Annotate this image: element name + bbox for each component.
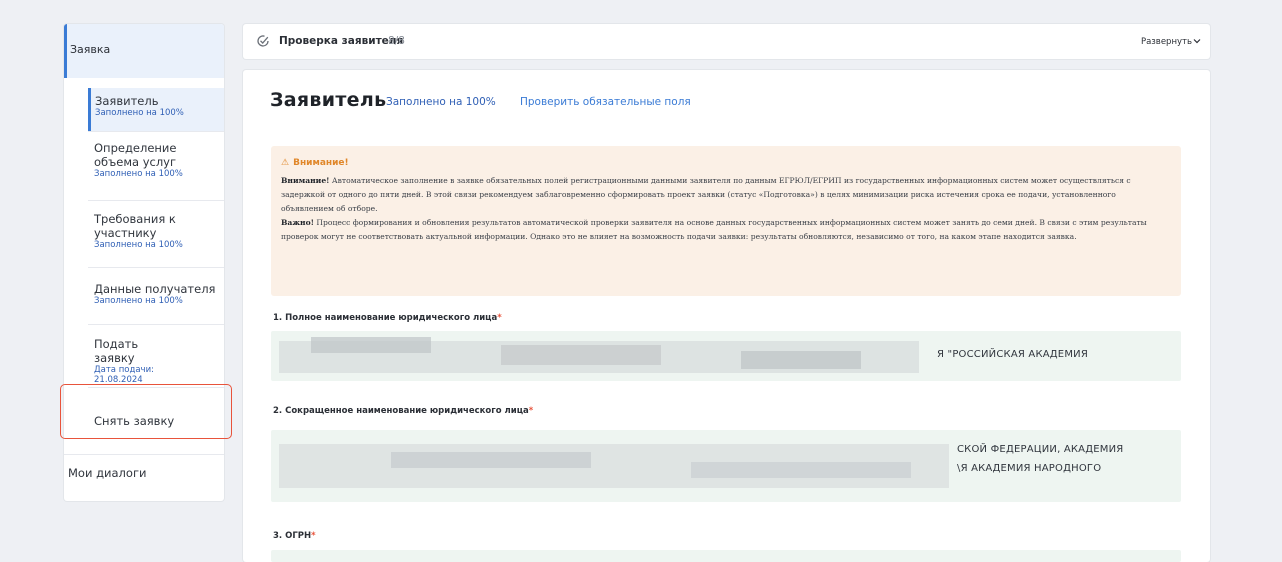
field-value: Я "РОССИЙСКАЯ АКАДЕМИЯ [937, 349, 1088, 360]
field-value: \Я АКАДЕМИЯ НАРОДНОГО [957, 463, 1102, 474]
applicant-check-bar: Проверка заявителя 8/8 Развернуть [243, 24, 1210, 59]
fill-status: Заполнено на 100% [386, 96, 496, 108]
sidebar-item-label: Данные получателя [94, 282, 216, 296]
warning-notice: ⚠ Внимание! Внимание! Автоматическое запо… [271, 146, 1181, 296]
page-title: Заявитель [270, 89, 387, 111]
expand-button[interactable]: Развернуть [1141, 37, 1192, 47]
withdraw-highlight [60, 384, 232, 439]
warning-paragraph-2: Важно! Процесс формирования и обновления… [281, 218, 1147, 241]
redacted-block [391, 452, 591, 468]
warning-heading: ⚠ Внимание! [281, 158, 349, 168]
sidebar-item-status: Заполнено на 100% [94, 240, 183, 250]
sidebar-item-status: Дата подачи: 21.08.2024 [94, 365, 154, 385]
redacted-block [501, 345, 661, 365]
redacted-block [311, 337, 431, 353]
field-full-name: Я "РОССИЙСКАЯ АКАДЕМИЯ [271, 331, 1181, 381]
redacted-block [741, 351, 861, 369]
main-panel: Заявитель Заполнено на 100% Проверить об… [243, 70, 1210, 562]
field-short-name: СКОЙ ФЕДЕРАЦИИ, АКАДЕМИЯ \Я АКАДЕМИЯ НАР… [271, 430, 1181, 502]
sidebar-item-requirements[interactable]: Требования к участнику Заполнено на 100% [88, 212, 218, 250]
sidebar-item-label: Определение объема услуг [94, 141, 177, 169]
field-label-full-name: 1. Полное наименование юридического лица… [273, 313, 502, 323]
divider [88, 200, 224, 201]
sidebar-item-submit[interactable]: Подать заявку Дата подачи: 21.08.2024 [88, 337, 178, 385]
sidebar-item-label: Требования к участнику [94, 212, 176, 240]
check-title: Проверка заявителя [279, 35, 404, 47]
field-label-ogrn: 3. ОГРН* [273, 531, 316, 541]
field-ogrn [271, 550, 1181, 562]
field-label-short-name: 2. Сокращенное наименование юридического… [273, 406, 534, 416]
warning-icon: ⚠ [281, 158, 290, 168]
warning-paragraph-1: Внимание! Автоматическое заполнение в за… [281, 176, 1131, 213]
field-value: СКОЙ ФЕДЕРАЦИИ, АКАДЕМИЯ [957, 444, 1124, 455]
sidebar-item-status: Заполнено на 100% [94, 169, 183, 179]
sidebar-item-dialogs[interactable]: Мои диалоги [68, 466, 146, 480]
sidebar-item-status: Заполнено на 100% [95, 108, 184, 118]
chevron-down-icon[interactable] [1192, 36, 1202, 46]
sidebar-section-application[interactable]: Заявка [64, 24, 224, 78]
sidebar-item-scope[interactable]: Определение объема услуг Заполнено на 10… [88, 141, 218, 179]
check-required-fields-link[interactable]: Проверить обязательные поля [520, 96, 691, 108]
divider [88, 267, 224, 268]
redacted-block [691, 462, 911, 478]
check-circle-icon [257, 35, 269, 47]
check-count: 8/8 [388, 35, 405, 47]
sidebar-item-recipient[interactable]: Данные получателя Заполнено на 100% [88, 282, 224, 306]
sidebar-section-label: Заявка [70, 43, 111, 56]
sidebar-item-applicant[interactable]: Заявитель Заполнено на 100% [88, 88, 224, 132]
divider [64, 454, 224, 455]
sidebar-item-label: Заявитель [95, 94, 159, 108]
sidebar-item-label: Подать заявку [94, 337, 139, 365]
sidebar-item-status: Заполнено на 100% [94, 296, 183, 306]
divider [88, 131, 224, 132]
divider [88, 324, 224, 325]
